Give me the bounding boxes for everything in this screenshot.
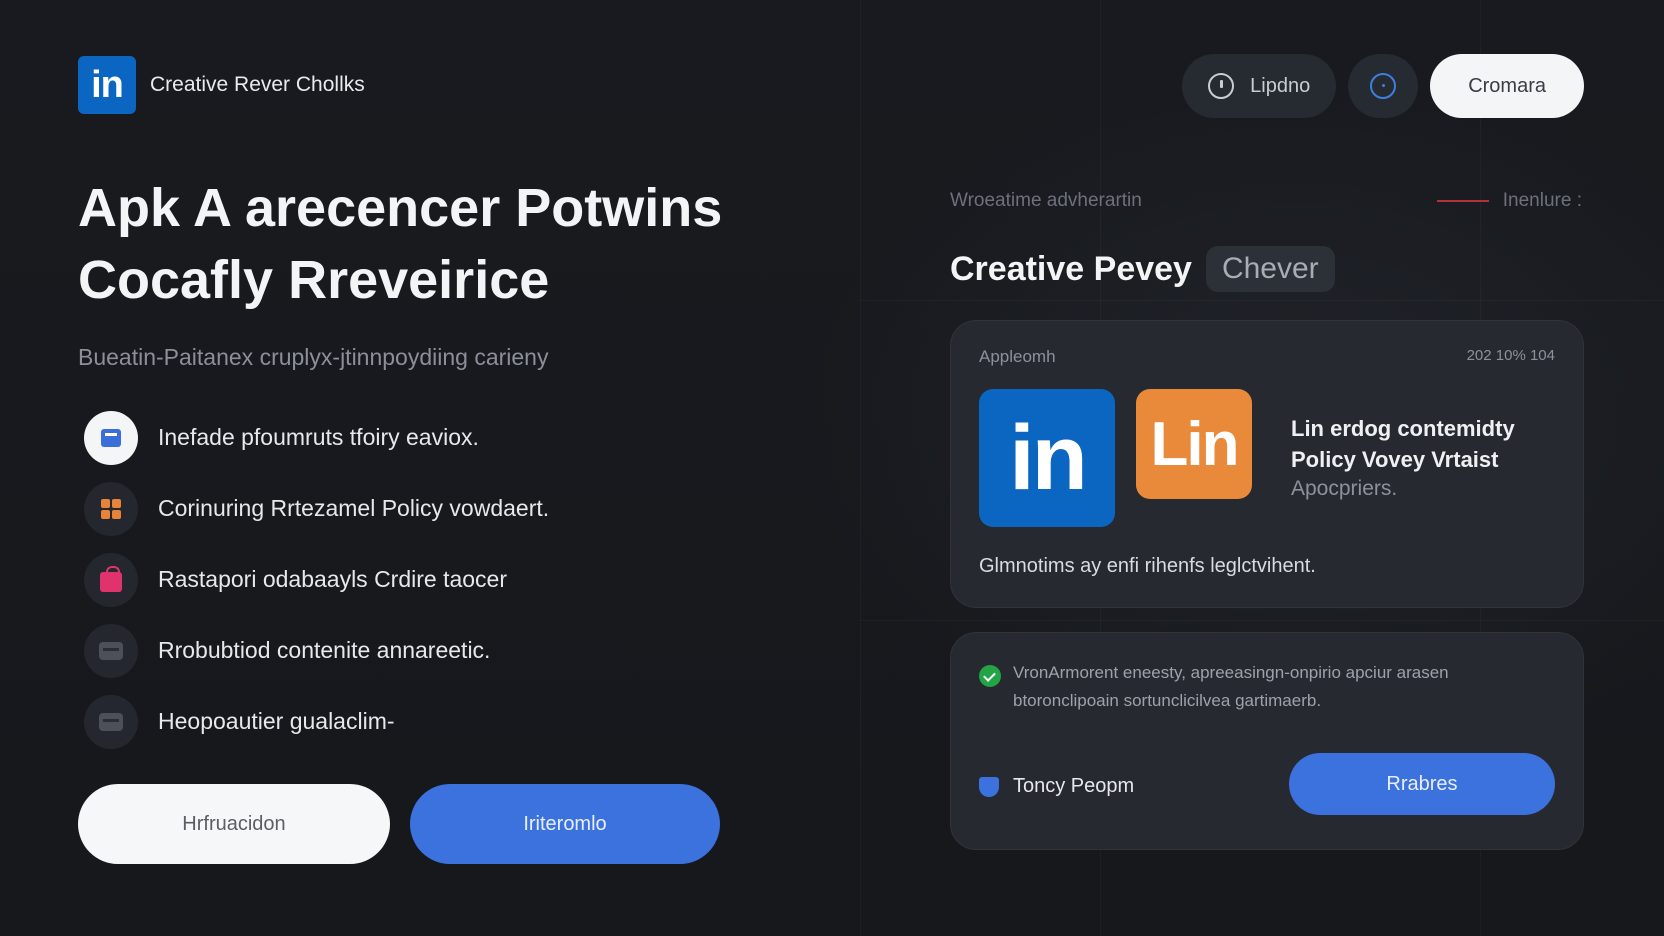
rrabres-button[interactable]: Rrabres bbox=[1289, 753, 1555, 815]
brand[interactable]: in Creative Rever Chollks bbox=[78, 56, 365, 114]
clock-icon bbox=[1208, 73, 1235, 99]
topbar: Lipdno Cromara bbox=[1182, 54, 1584, 118]
feature-item[interactable]: Heopoautier gualaclim- bbox=[84, 686, 549, 757]
shield-icon bbox=[979, 776, 999, 797]
section-kicker-right[interactable]: Inenlure : bbox=[1436, 190, 1582, 212]
lipdno-label: Lipdno bbox=[1250, 74, 1311, 97]
brand-name: Creative Rever Chollks bbox=[150, 73, 365, 96]
feature-text: Corinuring Rrtezamel Policy vowdaert. bbox=[158, 495, 550, 521]
secondary-button[interactable]: Hrfruacidon bbox=[78, 784, 390, 864]
card-date: 202 10% 104 bbox=[1466, 347, 1555, 364]
card-icon bbox=[84, 623, 138, 678]
feature-text: Heopoautier gualaclim- bbox=[158, 708, 395, 734]
feature-item[interactable]: Rrobubtiod contenite annareetic. bbox=[84, 615, 549, 686]
policy-card: VronArmorent eneesty, apreeasingn-onpiri… bbox=[950, 632, 1584, 850]
lipdno-button[interactable]: Lipdno bbox=[1182, 54, 1337, 118]
linkedin-logo-icon: in bbox=[979, 389, 1115, 527]
lin-logo-icon: Lin bbox=[1136, 389, 1252, 499]
feature-text: Rrobubtiod contenite annareetic. bbox=[158, 637, 491, 663]
section-title-text: Creative Pevey bbox=[950, 249, 1192, 288]
section-title: Creative Pevey Chever bbox=[950, 246, 1335, 292]
card-heading: Lin erdog contemidty Policy Vovey Vrtais… bbox=[1291, 416, 1515, 472]
bag-icon bbox=[84, 552, 138, 607]
grid-icon bbox=[84, 481, 138, 536]
kicker-right-label: Inenlure : bbox=[1502, 190, 1582, 211]
primary-button[interactable]: Iriteromlo bbox=[410, 784, 720, 864]
feature-item[interactable]: Inefade pfoumruts tfoiry eaviox. bbox=[84, 402, 549, 473]
card-subtitle: Apocpriers. bbox=[1291, 477, 1398, 500]
check-icon bbox=[979, 665, 1001, 687]
document-icon bbox=[84, 410, 138, 465]
info-button[interactable] bbox=[1348, 54, 1419, 118]
hero-subtitle: Bueatin-Paitanex cruplyx-jtinnpoydiing c… bbox=[78, 344, 549, 370]
card-footnote: Glmnotims ay enfi rihenfs leglctvihent. bbox=[979, 555, 1316, 577]
grid-line bbox=[860, 300, 1664, 301]
user-link[interactable]: Toncy Peopm bbox=[979, 775, 1134, 798]
feature-text: Inefade pfoumruts tfoiry eaviox. bbox=[158, 424, 479, 450]
hero-title: Apk A arecencer Potwins Cocafly Rreveiri… bbox=[78, 178, 723, 310]
feature-item[interactable]: Rastapori odabaayls Crdire taocer bbox=[84, 544, 549, 615]
card-label: Appleomh bbox=[979, 347, 1056, 366]
feature-list: Inefade pfoumruts tfoiry eaviox. Corinur… bbox=[84, 402, 549, 757]
section-kicker: Wroeatime advherartin bbox=[950, 190, 1142, 211]
app-card[interactable]: Appleomh 202 10% 104 in Lin Lin erdog co… bbox=[950, 320, 1584, 608]
card-icon bbox=[84, 694, 138, 749]
grid-line bbox=[860, 0, 861, 936]
cromara-button[interactable]: Cromara bbox=[1430, 54, 1584, 118]
user-name: Toncy Peopm bbox=[1013, 775, 1135, 797]
info-icon bbox=[1370, 73, 1397, 99]
policy-text: VronArmorent eneesty, apreeasingn-onpiri… bbox=[1013, 663, 1449, 710]
linkedin-logo-icon: in bbox=[78, 56, 136, 114]
feature-text: Rastapori odabaayls Crdire taocer bbox=[158, 566, 508, 592]
grid-line bbox=[860, 620, 1664, 621]
feature-item[interactable]: Corinuring Rrtezamel Policy vowdaert. bbox=[84, 473, 549, 544]
divider-line bbox=[1436, 200, 1489, 202]
status-chip[interactable]: Chever bbox=[1205, 246, 1335, 292]
